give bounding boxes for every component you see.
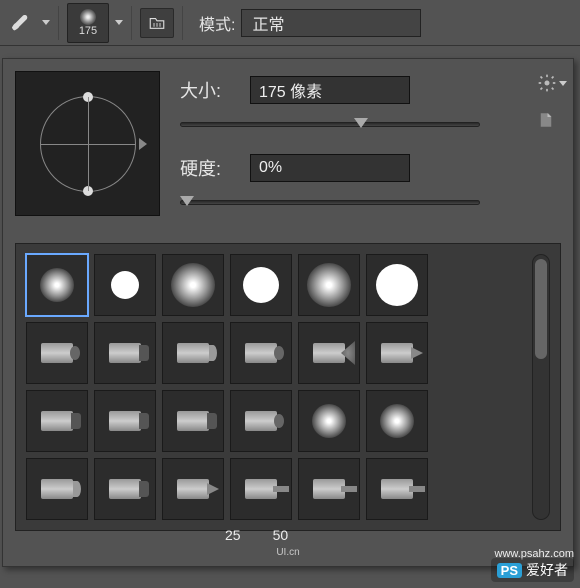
brush-tip-icon [41, 479, 73, 499]
size-slider[interactable] [180, 113, 480, 135]
hardness-slider[interactable] [180, 191, 480, 213]
brush-preset[interactable] [162, 390, 224, 452]
blend-mode-value: 正常 [252, 11, 284, 35]
soft-round-icon [312, 404, 346, 438]
slider-track [180, 122, 480, 127]
slider-track [180, 200, 480, 205]
angle-handle[interactable] [83, 92, 93, 102]
watermark-text: 爱好者 [526, 560, 568, 580]
angle-circle [40, 96, 136, 192]
brush-preset[interactable] [366, 390, 428, 452]
brush-tip-icon [245, 343, 277, 363]
brush-preset[interactable] [94, 458, 156, 520]
presets-scrollbar[interactable] [532, 254, 550, 520]
toolbar-divider [182, 6, 183, 40]
brush-tip-icon [313, 343, 345, 363]
chevron-down-icon [559, 81, 567, 86]
soft-round-icon [380, 404, 414, 438]
brush-preset-picker[interactable]: 175 [67, 3, 109, 43]
toolbar-divider [58, 6, 59, 40]
preset-size-labels: 25 50 [225, 527, 561, 543]
brush-tip-icon [381, 479, 413, 499]
brush-tip-icon [41, 411, 73, 431]
brush-tip-icon [41, 343, 73, 363]
brush-tip-icon [177, 411, 209, 431]
hard-round-icon [376, 264, 418, 306]
size-input[interactable] [250, 76, 410, 104]
slider-thumb[interactable] [180, 196, 194, 206]
brush-preset[interactable] [230, 254, 292, 316]
soft-round-icon [307, 263, 351, 307]
preset-label: 25 [225, 527, 241, 543]
brush-preset[interactable] [26, 322, 88, 384]
toolbar-divider [131, 6, 132, 40]
brush-preset[interactable] [94, 254, 156, 316]
options-toolbar: 175 模式: 正常 [0, 0, 580, 46]
brush-preset[interactable] [26, 254, 88, 316]
brush-preset[interactable] [298, 458, 360, 520]
brush-preset[interactable] [298, 390, 360, 452]
watermark: PS 爱好者 [491, 558, 574, 582]
brush-settings-panel: 大小: 硬度: [2, 58, 574, 567]
angle-arrow-icon [139, 138, 147, 150]
hard-round-icon [243, 267, 279, 303]
hardness-label: 硬度: [180, 155, 236, 181]
hardness-input[interactable] [250, 154, 410, 182]
blend-mode-label: 模式: [199, 11, 235, 35]
brush-tip-icon [109, 411, 141, 431]
brush-tip-icon [177, 479, 209, 499]
chevron-down-icon[interactable] [42, 20, 50, 25]
brush-preset[interactable] [298, 322, 360, 384]
brush-tip-icon [245, 479, 277, 499]
brush-tool-icon[interactable] [8, 9, 36, 37]
brush-preset[interactable] [94, 322, 156, 384]
scrollbar-thumb[interactable] [535, 259, 547, 359]
brush-presets-grid [15, 243, 561, 531]
size-label: 大小: [180, 77, 236, 103]
uicn-watermark: UI.cn [15, 547, 561, 558]
soft-round-icon [171, 263, 215, 307]
blend-mode-select[interactable]: 正常 [241, 9, 421, 37]
brush-preset[interactable] [366, 322, 428, 384]
brush-tip-icon [177, 343, 209, 363]
brush-tip-icon [109, 479, 141, 499]
brush-preset[interactable] [162, 322, 224, 384]
brush-preset[interactable] [162, 458, 224, 520]
brush-preset[interactable] [26, 458, 88, 520]
angle-handle[interactable] [83, 186, 93, 196]
toggle-brush-panel-button[interactable] [140, 8, 174, 38]
brush-preset[interactable] [94, 390, 156, 452]
soft-round-icon [40, 268, 74, 302]
chevron-down-icon[interactable] [115, 20, 123, 25]
brush-preset[interactable] [162, 254, 224, 316]
brush-preview-dot [80, 9, 96, 25]
brush-preset[interactable] [26, 390, 88, 452]
brush-angle-control[interactable] [15, 71, 160, 216]
brush-preset[interactable] [298, 254, 360, 316]
new-preset-icon[interactable] [537, 111, 555, 132]
slider-thumb[interactable] [354, 118, 368, 128]
brush-size-number: 175 [79, 25, 97, 37]
brush-tip-icon [313, 479, 345, 499]
brush-preset[interactable] [366, 254, 428, 316]
brush-preset[interactable] [230, 458, 292, 520]
brush-tip-icon [109, 343, 141, 363]
brush-preset[interactable] [230, 390, 292, 452]
brush-preset[interactable] [230, 322, 292, 384]
gear-icon[interactable] [537, 73, 557, 96]
brush-tip-icon [245, 411, 277, 431]
preset-label: 50 [273, 527, 289, 543]
brush-preset[interactable] [366, 458, 428, 520]
brush-tip-icon [381, 343, 413, 363]
hard-round-icon [111, 271, 139, 299]
watermark-ps-badge: PS [497, 563, 522, 578]
